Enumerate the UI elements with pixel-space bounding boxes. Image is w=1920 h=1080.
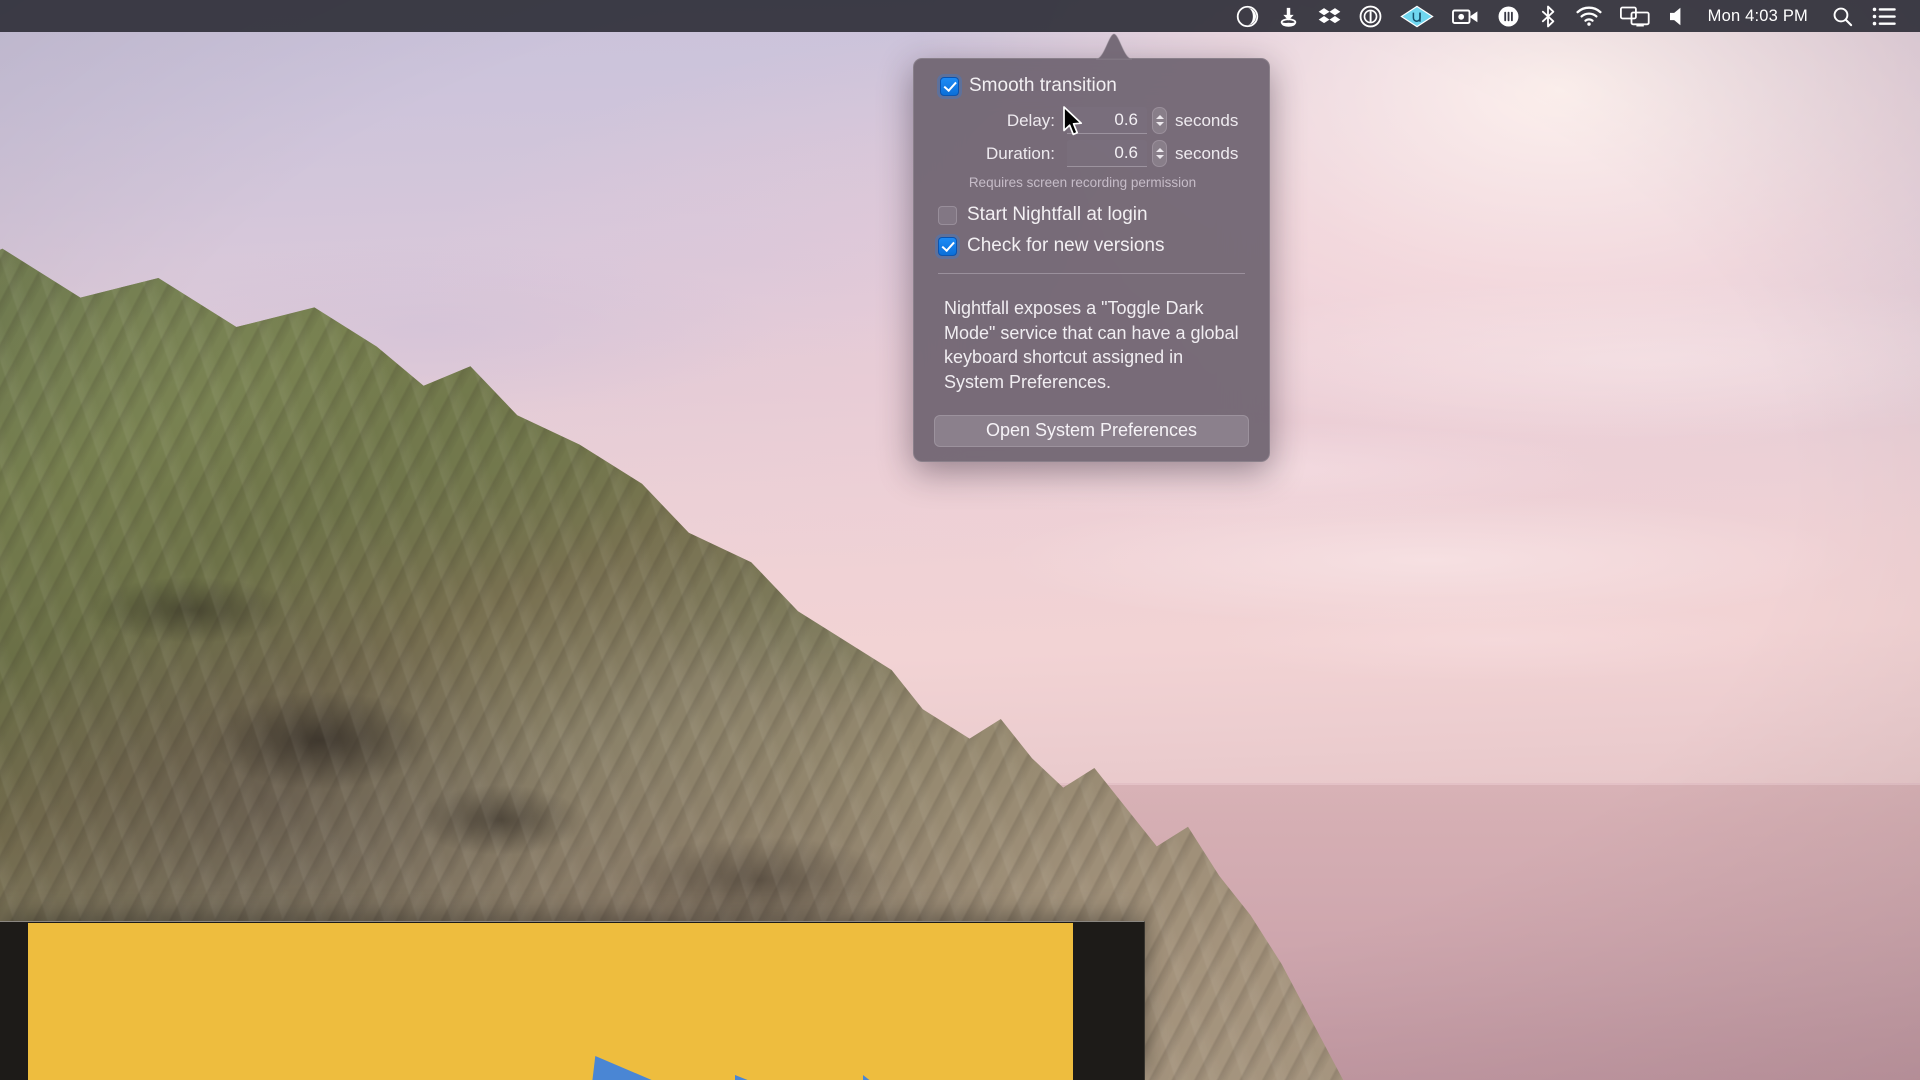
- delay-row[interactable]: Delay: 0.6 seconds: [914, 107, 1269, 134]
- nightfall-preferences-popover[interactable]: Smooth transition Delay: 0.6 seconds Dur…: [913, 58, 1270, 462]
- wifi-icon[interactable]: [1567, 0, 1611, 32]
- duration-label: Duration:: [986, 144, 1055, 164]
- duration-unit-label: seconds: [1175, 144, 1249, 164]
- smooth-transition-label: Smooth transition: [969, 75, 1117, 97]
- background-app-window[interactable]: [0, 921, 1145, 1080]
- bluetooth-icon[interactable]: [1529, 0, 1567, 32]
- dropbox-icon[interactable]: [1309, 0, 1350, 32]
- duration-row[interactable]: Duration: 0.6 seconds: [914, 140, 1269, 167]
- open-system-preferences-button[interactable]: Open System Preferences: [934, 415, 1249, 447]
- screen-recording-permission-hint: Requires screen recording permission: [914, 175, 1269, 190]
- delay-unit-label: seconds: [1175, 111, 1249, 131]
- slide-shape: [863, 1075, 925, 1080]
- service-description-text: Nightfall exposes a "Toggle Dark Mode" s…: [914, 296, 1269, 395]
- search-icon[interactable]: [1822, 0, 1863, 32]
- volume-icon[interactable]: [1659, 0, 1698, 32]
- start-at-login-row[interactable]: Start Nightfall at login: [914, 204, 1269, 226]
- smooth-transition-checkbox[interactable]: [940, 77, 959, 96]
- nightfall-icon[interactable]: [1227, 0, 1268, 32]
- smooth-transition-row[interactable]: Smooth transition: [914, 75, 1269, 97]
- music-app-icon[interactable]: [1488, 0, 1529, 32]
- open-prefs-button-wrap: Open System Preferences: [914, 415, 1269, 447]
- stepper-down-icon[interactable]: [1156, 155, 1164, 159]
- duration-input[interactable]: 0.6: [1067, 140, 1147, 167]
- popover-arrow: [1096, 32, 1132, 59]
- arrow-cursor: [1062, 106, 1084, 143]
- slide-shape: [735, 1075, 840, 1080]
- airplay-display-icon[interactable]: [1611, 0, 1659, 32]
- delay-stepper[interactable]: [1152, 107, 1167, 134]
- start-at-login-label: Start Nightfall at login: [967, 204, 1148, 226]
- menu-bar-clock[interactable]: Mon 4:03 PM: [1698, 7, 1822, 26]
- stepper-up-icon[interactable]: [1156, 148, 1164, 152]
- check-new-versions-checkbox[interactable]: [938, 237, 957, 256]
- slide-shape: [581, 1056, 691, 1080]
- control-center-icon[interactable]: [1863, 0, 1906, 32]
- stepper-up-icon[interactable]: [1156, 115, 1164, 119]
- check-new-versions-label: Check for new versions: [967, 235, 1164, 257]
- start-at-login-checkbox[interactable]: [938, 206, 957, 225]
- delay-label: Delay:: [1007, 111, 1055, 131]
- universal-audio-icon[interactable]: [1391, 0, 1443, 32]
- screen-recorder-icon[interactable]: [1443, 0, 1488, 32]
- check-new-versions-row[interactable]: Check for new versions: [914, 235, 1269, 257]
- slide-canvas[interactable]: [28, 923, 1073, 1080]
- stepper-down-icon[interactable]: [1156, 122, 1164, 126]
- menu-bar: Mon 4:03 PM: [0, 0, 1920, 32]
- duration-stepper[interactable]: [1152, 140, 1167, 167]
- onepassword-icon[interactable]: [1350, 0, 1391, 32]
- popover-divider: [938, 273, 1245, 274]
- install-download-icon[interactable]: [1268, 0, 1309, 32]
